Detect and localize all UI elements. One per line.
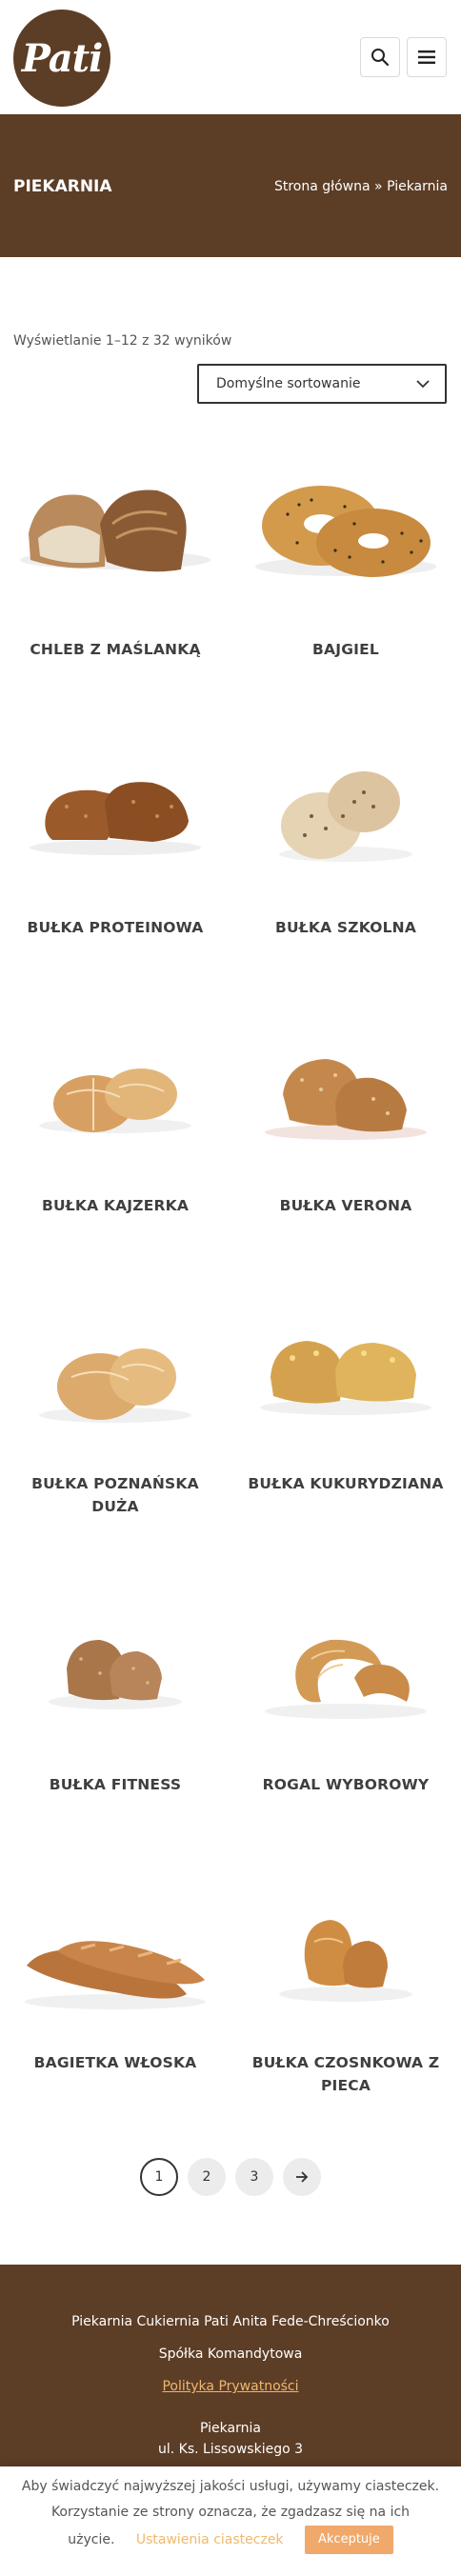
breadcrumb-home-link[interactable]: Strona główna	[274, 179, 371, 194]
product-card[interactable]: BAJGIEL	[230, 448, 461, 661]
product-card[interactable]: BUŁKA KAJZERKA	[0, 1004, 230, 1217]
product-name[interactable]: BUŁKA VERONA	[230, 1194, 461, 1217]
product-card[interactable]: BUŁKA PROTEINOWA	[0, 726, 230, 939]
cookie-text-line: Korzystanie ze strony oznacza, że zgadza…	[50, 2505, 411, 2520]
footer-address: ul. Ks. Lissowskiego 3	[157, 2442, 304, 2457]
cookie-settings-link[interactable]: Ustawienia ciasteczek	[136, 2532, 284, 2547]
breadcrumb-current: Piekarnia	[387, 179, 448, 194]
next-page-button[interactable]	[283, 2158, 321, 2196]
product-image[interactable]	[230, 726, 461, 916]
pagination: 1 2 3	[0, 2158, 461, 2196]
product-name[interactable]: BUŁKA CZOSNKOWA Z PIECA	[230, 2051, 461, 2097]
product-card[interactable]: ROGAL WYBOROWY	[230, 1583, 461, 1796]
cookie-accept-button[interactable]: Akceptuje	[305, 2526, 393, 2554]
footer-section-title: Piekarnia	[200, 2421, 261, 2436]
product-image[interactable]	[230, 1861, 461, 2051]
page-link-current[interactable]: 1	[140, 2158, 178, 2196]
page-title-bar: PIEKARNIA Strona główna » Piekarnia	[0, 114, 461, 257]
chevron-down-icon	[416, 379, 430, 388]
product-name[interactable]: BUŁKA KUKURYDZIANA	[230, 1472, 461, 1495]
product-image[interactable]	[0, 1583, 230, 1773]
product-card[interactable]: BUŁKA FITNESS	[0, 1583, 230, 1796]
product-image[interactable]	[230, 448, 461, 638]
cookie-text-line: użycie.	[68, 2532, 115, 2547]
product-name[interactable]: BUŁKA POZNAŃSKA DUŻA	[0, 1472, 230, 1518]
product-image[interactable]	[0, 1004, 230, 1194]
product-card[interactable]: BUŁKA KUKURYDZIANA	[230, 1282, 461, 1495]
breadcrumb-separator: »	[374, 179, 383, 194]
product-image[interactable]	[230, 1583, 461, 1773]
cookie-text-line: Aby świadczyć najwyższej jakości usługi,…	[21, 2479, 440, 2494]
product-image[interactable]	[230, 1004, 461, 1194]
product-image[interactable]	[230, 1282, 461, 1472]
product-image[interactable]	[0, 726, 230, 916]
search-icon	[371, 49, 390, 67]
product-name[interactable]: BUŁKA KAJZERKA	[0, 1194, 230, 1217]
page-title: PIEKARNIA	[13, 177, 112, 196]
page-link[interactable]: 2	[188, 2158, 226, 2196]
hamburger-icon	[418, 50, 435, 64]
menu-button[interactable]	[407, 37, 447, 77]
privacy-policy-link[interactable]: Polityka Prywatności	[162, 2379, 298, 2394]
cookie-banner: Aby świadczyć najwyższej jakości usługi,…	[0, 2466, 461, 2576]
product-card[interactable]: BAGIETKA WŁOSKA	[0, 1861, 230, 2074]
sort-selected-value: Domyślne sortowanie	[216, 376, 361, 391]
footer-company: Piekarnia Cukiernia Pati Anita Fede-Chre…	[71, 2314, 390, 2329]
logo-text: Pati	[21, 35, 104, 81]
footer-company-type: Spółka Komandytowa	[158, 2346, 303, 2362]
product-card[interactable]: BUŁKA POZNAŃSKA DUŻA	[0, 1282, 230, 1518]
product-name[interactable]: BUŁKA PROTEINOWA	[0, 916, 230, 939]
results-count: Wyświetlanie 1–12 z 32 wyników	[13, 333, 232, 349]
product-card[interactable]: BUŁKA CZOSNKOWA Z PIECA	[230, 1861, 461, 2097]
product-name[interactable]: CHLEB Z MAŚLANKĄ	[0, 638, 230, 661]
product-name[interactable]: ROGAL WYBOROWY	[230, 1773, 461, 1796]
product-card[interactable]: BUŁKA VERONA	[230, 1004, 461, 1217]
product-card[interactable]: BUŁKA SZKOLNA	[230, 726, 461, 939]
product-name[interactable]: BUŁKA SZKOLNA	[230, 916, 461, 939]
sort-select[interactable]: Domyślne sortowanie	[197, 364, 447, 404]
search-button[interactable]	[360, 37, 400, 77]
product-name[interactable]: BUŁKA FITNESS	[0, 1773, 230, 1796]
arrow-right-icon	[296, 2171, 309, 2183]
page-link[interactable]: 3	[235, 2158, 273, 2196]
product-card[interactable]: CHLEB Z MAŚLANKĄ	[0, 448, 230, 661]
site-logo[interactable]: Pati	[13, 10, 110, 107]
product-image[interactable]	[0, 448, 230, 638]
product-image[interactable]	[0, 1282, 230, 1472]
product-name[interactable]: BAGIETKA WŁOSKA	[0, 2051, 230, 2074]
product-image[interactable]	[0, 1861, 230, 2051]
breadcrumb: Strona główna » Piekarnia	[274, 179, 448, 194]
product-name[interactable]: BAJGIEL	[230, 638, 461, 661]
site-header: Pati	[0, 0, 461, 114]
